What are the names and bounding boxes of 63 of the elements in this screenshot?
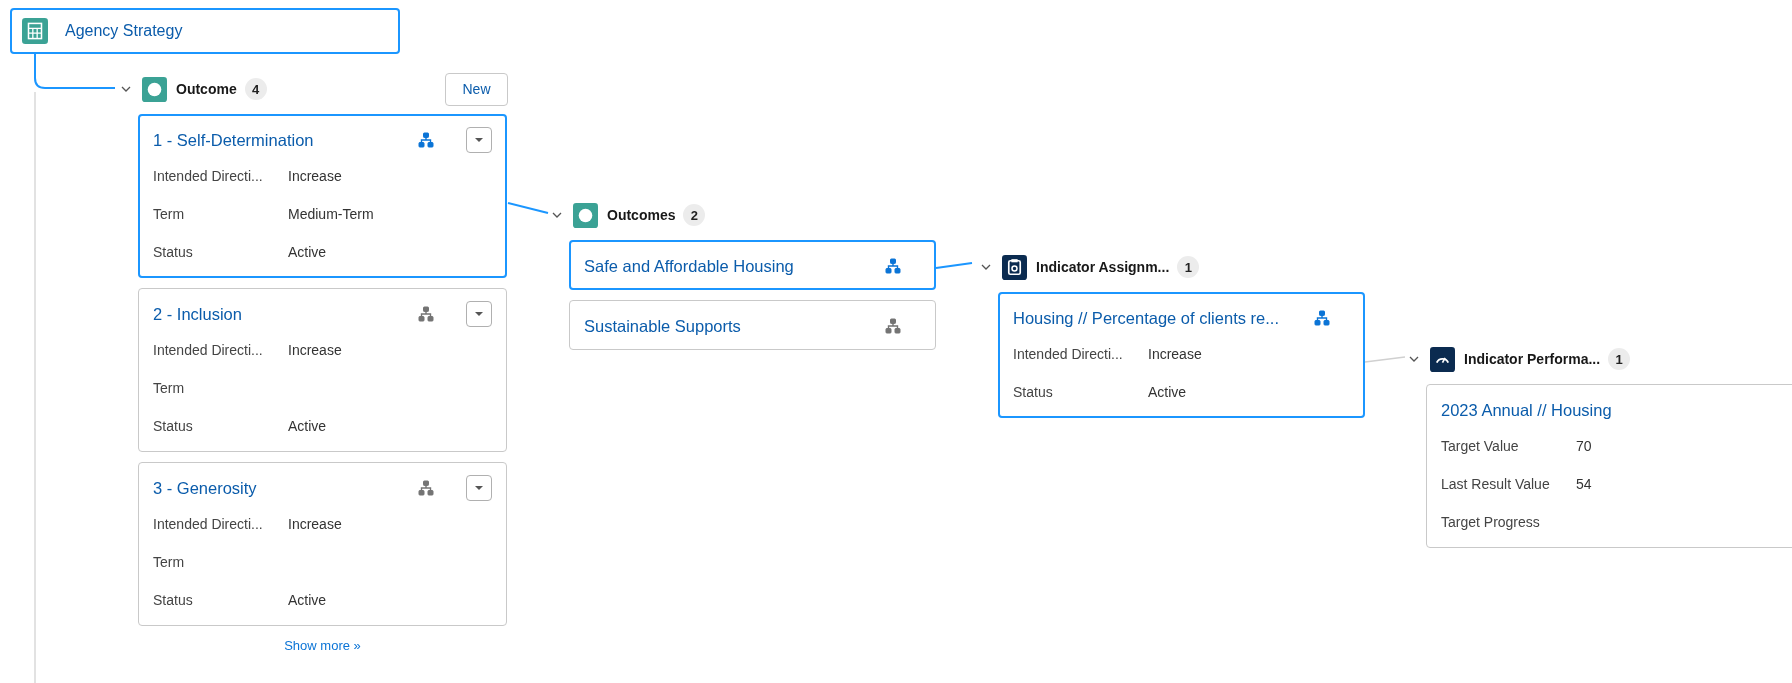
record-title[interactable]: 1 - Self-Determination [153,130,406,150]
field-value: 70 [1576,438,1592,454]
field-label: Intended Directi... [1013,346,1124,362]
field-value: Increase [1148,346,1202,362]
hierarchy-icon[interactable] [885,258,901,274]
group-label: Outcome [176,81,237,97]
count-badge: 1 [1177,256,1200,278]
show-more-link[interactable]: Show more » [284,638,361,653]
count-badge: 2 [683,204,706,226]
root-node[interactable]: Agency Strategy [10,8,400,54]
count-badge: 1 [1608,348,1631,370]
field-label: Intended Directi... [153,168,264,184]
record-card[interactable]: 1 - Self-Determination Intended Directi... Increase Term Medium-Term Status Active [138,114,507,278]
caret-icon [474,137,484,143]
caret-icon [474,311,484,317]
field-value: Active [1148,384,1187,400]
field-label: Status [153,592,194,608]
record-card[interactable]: 3 - Generosity Intended Directi... Increase Term Status Active [138,462,507,626]
record-card[interactable]: Sustainable Supports [569,300,936,350]
field-label: Target Value [1441,438,1520,454]
root-title[interactable]: Agency Strategy [65,22,183,40]
group-label: Outcomes [607,207,676,223]
field-label: Status [153,244,194,260]
field-label: Intended Directi... [153,342,264,358]
record-card[interactable]: 2 - Inclusion Intended Directi... Increase Term Status Active [138,288,507,452]
field-value: 54 [1576,476,1592,492]
hierarchy-icon[interactable] [418,132,434,148]
count-badge: 4 [244,78,267,100]
record-card[interactable]: Safe and Affordable Housing [569,240,936,290]
record-title[interactable]: Housing // Percentage of clients re... [1013,308,1302,328]
field-value: Increase [288,342,342,358]
clipboard-icon [1002,254,1027,280]
field-label: Term [153,554,186,570]
new-button[interactable]: New [445,72,508,106]
field-label: Term [153,380,186,396]
hierarchy-icon[interactable] [418,480,434,496]
group-label: Indicator Assignm... [1036,259,1170,275]
gauge-icon [1430,346,1455,372]
field-label: Status [153,418,194,434]
field-value: Medium-Term [288,206,374,222]
record-card[interactable]: 2023 Annual // Housing Target Value 70 Last Result Value 54 Target Progress [1426,384,1792,548]
record-card[interactable]: Housing // Percentage of clients re... Intended Directi... Increase Status Active [998,292,1365,418]
field-label: Status [1013,384,1054,400]
hierarchy-icon[interactable] [885,318,901,334]
field-value: Increase [288,168,342,184]
record-title[interactable]: 2 - Inclusion [153,304,406,324]
record-title[interactable]: Sustainable Supports [584,316,873,336]
field-value: Active [288,418,327,434]
field-label: Intended Directi... [153,516,264,532]
field-label: Term [153,206,186,222]
field-value: Active [288,244,327,260]
field-label: Last Result Value [1441,476,1551,492]
group-label: Indicator Performa... [1464,351,1601,367]
field-value: Increase [288,516,342,532]
hierarchy-icon[interactable] [418,306,434,322]
record-title[interactable]: Safe and Affordable Housing [584,256,873,276]
record-title[interactable]: 2023 Annual // Housing [1441,400,1791,420]
field-value: Active [288,592,327,608]
field-label: Target Progress [1441,514,1541,530]
strategy-icon [22,18,48,44]
caret-icon [474,485,484,491]
record-title[interactable]: 3 - Generosity [153,478,406,498]
hierarchy-icon[interactable] [1314,310,1330,326]
